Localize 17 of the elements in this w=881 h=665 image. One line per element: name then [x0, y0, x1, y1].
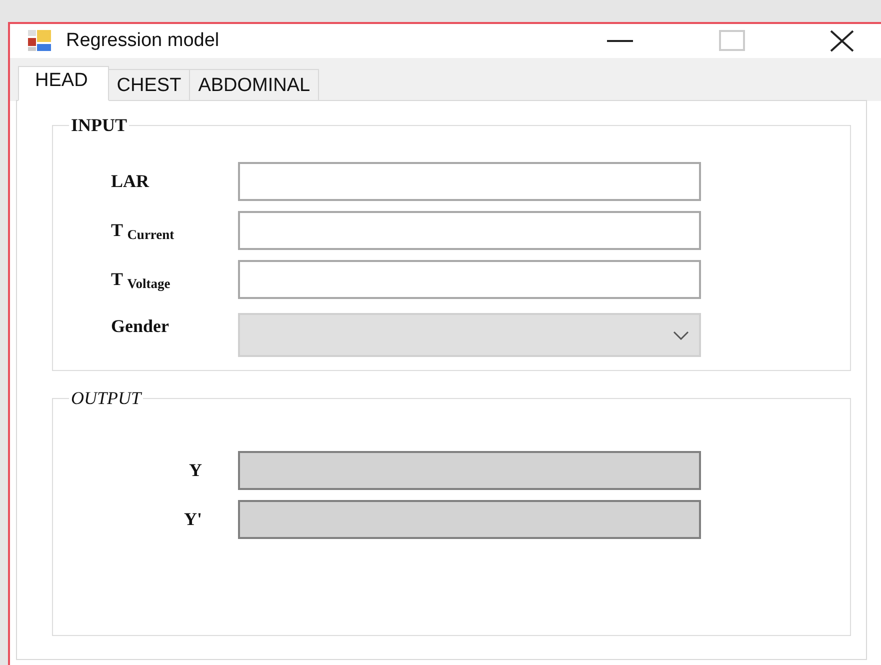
field-label: Y [189, 460, 202, 480]
field-label: Gender [111, 316, 169, 336]
tab[interactable]: ABDOMINAL [189, 69, 320, 101]
app-icon [28, 30, 52, 52]
input-field[interactable] [238, 211, 701, 250]
input-field[interactable] [238, 162, 701, 201]
close-icon [829, 30, 855, 52]
input-field[interactable] [238, 260, 701, 299]
maximize-icon [719, 30, 745, 52]
field-label: T $_{Voltage}$ [111, 269, 170, 289]
window-title: Regression model [66, 28, 220, 53]
chevron-icon [673, 330, 689, 340]
field-label: T $_{Current}$ [111, 220, 174, 240]
field-label: LAR [111, 171, 150, 191]
tab[interactable]: HEAD [18, 66, 109, 101]
field-label: Y' [184, 509, 202, 529]
minimize-icon [607, 39, 633, 43]
